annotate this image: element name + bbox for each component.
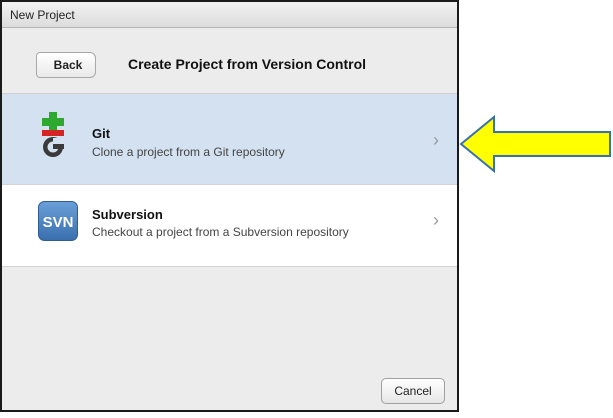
back-button[interactable]: Back xyxy=(36,52,96,78)
option-git[interactable]: Git Clone a project from a Git repositor… xyxy=(2,94,457,185)
new-project-dialog: New Project Back Create Project from Ver… xyxy=(0,0,459,412)
cancel-button[interactable]: Cancel xyxy=(381,378,445,404)
git-icon xyxy=(36,112,72,158)
option-git-name: Git xyxy=(92,126,111,141)
back-button-label: Back xyxy=(53,58,83,72)
dialog-header: Back Create Project from Version Control xyxy=(2,28,457,94)
annotation-arrow-icon xyxy=(459,115,611,173)
option-subversion[interactable]: SVN Subversion Checkout a project from a… xyxy=(2,185,457,267)
option-git-description: Clone a project from a Git repository xyxy=(92,145,285,159)
cancel-button-label: Cancel xyxy=(394,384,432,398)
page-title: Create Project from Version Control xyxy=(127,56,367,72)
chevron-right-icon: › xyxy=(433,130,439,150)
svn-icon-text: SVN xyxy=(43,214,74,231)
window-title: New Project xyxy=(10,7,75,22)
option-subversion-name: Subversion xyxy=(92,207,163,222)
window-titlebar: New Project xyxy=(2,2,457,28)
svn-icon: SVN xyxy=(38,201,78,241)
option-subversion-description: Checkout a project from a Subversion rep… xyxy=(92,225,349,239)
chevron-right-icon: › xyxy=(433,210,439,230)
